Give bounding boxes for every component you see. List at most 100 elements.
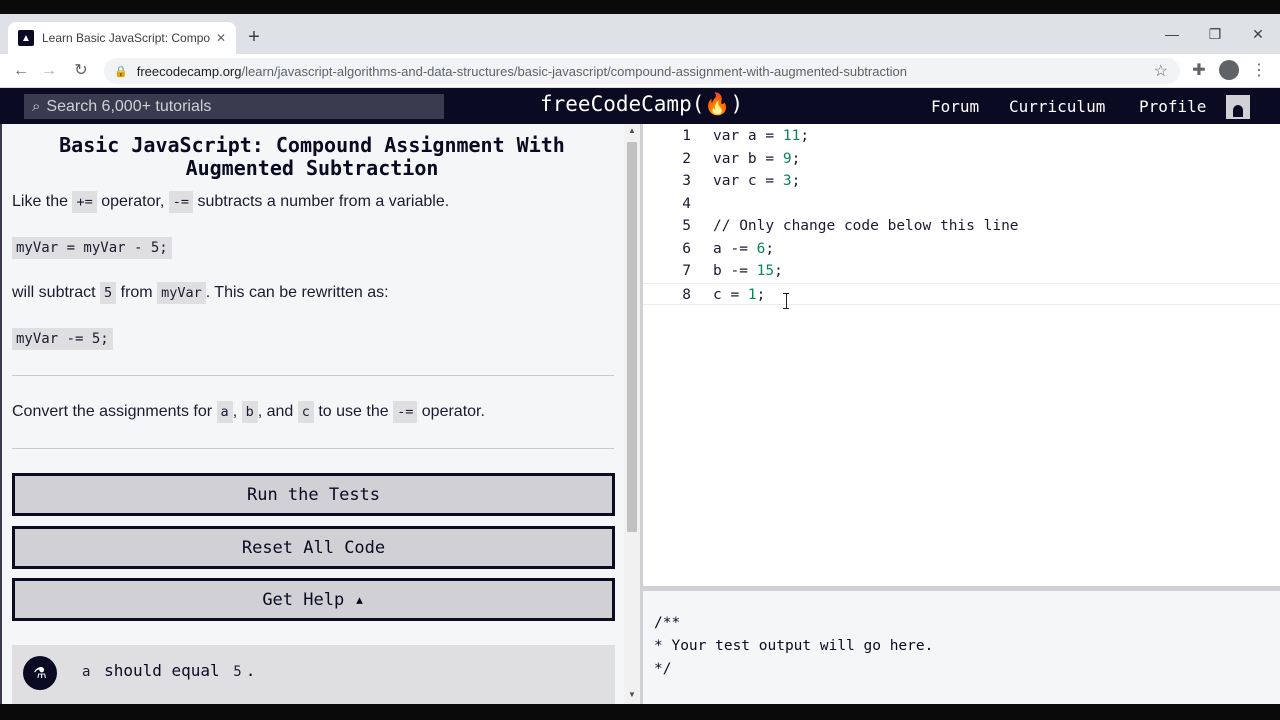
scroll-up-arrow-icon[interactable]: ▲ — [628, 126, 636, 135]
test-result-item: ⚗ a should equal 5. — [12, 645, 615, 704]
nav-link-curriculum[interactable]: Curriculum — [1009, 97, 1105, 116]
minimize-icon[interactable]: — — [1152, 26, 1192, 42]
text: Convert the assignments for — [12, 403, 217, 420]
instructions-pane: Basic JavaScript: Compound Assignment Wi… — [0, 124, 640, 704]
text: to use the — [313, 403, 394, 420]
text: should equal — [94, 661, 230, 680]
code-text: var a = — [713, 128, 783, 144]
code-line[interactable]: 5 // Only change code below this line — [643, 215, 1280, 238]
code-text: var c = — [713, 173, 783, 189]
menu-kebab-icon[interactable]: ⋮ — [1248, 60, 1270, 80]
code-line[interactable]: 7 b -= 15; — [643, 260, 1280, 283]
inline-code: -= — [168, 191, 194, 213]
line-code: b -= 15; — [713, 260, 783, 283]
line-number: 4 — [682, 195, 691, 212]
text: , and — [257, 403, 298, 420]
number-token: 1 — [747, 286, 757, 303]
text: . — [245, 661, 256, 680]
user-avatar-icon[interactable] — [1226, 95, 1250, 119]
browser-profile-icon[interactable] — [1219, 60, 1239, 80]
url-path: /learn/javascript-algorithms-and-data-st… — [241, 63, 907, 79]
inline-code: += — [72, 191, 97, 213]
scrollbar-thumb[interactable] — [627, 142, 637, 532]
number-token: 15 — [756, 263, 775, 279]
code-text: ; — [765, 240, 775, 257]
instructions-scrollbar[interactable]: ▲ ▼ — [624, 124, 640, 704]
line-code: var a = 11; — [713, 125, 809, 148]
line-number: 8 — [682, 286, 691, 303]
code-line[interactable]: 2 var b = 9; — [643, 148, 1280, 171]
scroll-down-arrow-icon[interactable]: ▼ — [628, 690, 636, 699]
code-line[interactable]: 4 — [643, 193, 1280, 216]
reload-icon[interactable]: ↻ — [70, 60, 92, 82]
inline-code: myVar — [157, 282, 206, 304]
output-line: * Your test output will go here. — [654, 638, 934, 654]
new-tab-icon[interactable]: + — [243, 26, 265, 48]
text: Like the — [12, 193, 73, 210]
search-input[interactable]: ⌕ Search 6,000+ tutorials — [24, 94, 444, 119]
inline-code: a — [216, 401, 233, 423]
instruction-paragraph-2: will subtract 5 from myVar. This can be … — [12, 282, 389, 304]
test-output-panel: /** * Your test output will go here. */ — [643, 591, 1280, 704]
code-example-2: myVar -= 5; — [12, 328, 113, 350]
code-line-current[interactable]: 8 c = 1; — [643, 282, 1280, 305]
tab-close-icon[interactable]: ✕ — [216, 31, 226, 45]
code-text: a -= — [713, 240, 757, 257]
flask-icon: ⚗ — [23, 656, 57, 690]
fcc-favicon-icon: ▲ — [18, 30, 34, 46]
lock-icon: 🔒 — [114, 65, 128, 78]
code-line[interactable]: 1 var a = 11; — [643, 125, 1280, 148]
number-token: 9 — [782, 150, 792, 167]
code-line[interactable]: 6 a -= 6; — [643, 238, 1280, 261]
inline-code: a — [78, 661, 95, 683]
inline-code: 5 — [100, 282, 117, 304]
text: operator, — [96, 193, 169, 210]
inline-code: 5 — [229, 661, 246, 683]
code-editor[interactable]: 1 var a = 11; 2 var b = 9; 3 var c = 3; … — [643, 124, 1280, 586]
code-text: ; — [800, 128, 810, 144]
bookmark-star-icon[interactable]: ☆ — [1154, 61, 1168, 81]
tab-title: Learn Basic JavaScript: Compound Assignm… — [42, 31, 210, 45]
back-arrow-icon[interactable]: ← — [10, 60, 32, 82]
code-text: ; — [756, 286, 766, 303]
code-text: c = — [713, 286, 748, 303]
line-number: 7 — [682, 263, 691, 279]
instruction-paragraph-3: Convert the assignments for a, b, and c … — [12, 401, 485, 423]
search-placeholder: Search 6,000+ tutorials — [46, 97, 212, 115]
line-number: 1 — [682, 128, 691, 144]
inline-code: c — [297, 401, 314, 423]
code-line[interactable]: 3 var c = 3; — [643, 170, 1280, 193]
number-token: 3 — [782, 173, 792, 189]
fcc-navbar: ⌕ Search 6,000+ tutorials freeCodeCamp(🔥… — [0, 88, 1280, 124]
line-number: 5 — [682, 218, 691, 234]
line-code: var b = 9; — [713, 148, 800, 171]
text: , — [232, 403, 242, 420]
address-bar[interactable]: 🔒 freecodecamp.org /learn/javascript-alg… — [104, 58, 1180, 84]
url-domain: freecodecamp.org — [136, 63, 242, 79]
challenge-title: Basic JavaScript: Compound Assignment Wi… — [59, 133, 565, 180]
text: subtracts a number from a variable. — [193, 193, 450, 210]
mouse-ibeam-cursor-icon — [783, 293, 789, 309]
restore-icon[interactable]: ❐ — [1195, 26, 1235, 43]
code-text: ; — [791, 173, 801, 189]
code-text: ; — [774, 263, 783, 279]
line-code: var c = 3; — [713, 170, 800, 193]
line-number: 3 — [682, 173, 691, 189]
text: operator. — [417, 403, 485, 420]
nav-link-profile[interactable]: Profile — [1139, 97, 1206, 116]
get-help-button[interactable]: Get Help ▴ — [12, 578, 615, 621]
extensions-icon[interactable]: ✚ — [1188, 60, 1210, 80]
run-tests-button[interactable]: Run the Tests — [12, 473, 615, 516]
forward-arrow-icon[interactable]: → — [38, 60, 60, 82]
test-description: a should equal 5. — [78, 661, 256, 683]
output-line: /** — [654, 615, 681, 631]
output-line: */ — [654, 661, 672, 677]
nav-link-forum[interactable]: Forum — [931, 97, 979, 116]
code-example-1: myVar = myVar - 5; — [12, 237, 172, 259]
reset-code-button[interactable]: Reset All Code — [12, 526, 615, 569]
browser-tab[interactable]: ▲ Learn Basic JavaScript: Compound Assig… — [8, 22, 236, 54]
window-close-icon[interactable]: ✕ — [1238, 26, 1278, 43]
code-text: b -= — [713, 263, 757, 279]
search-icon: ⌕ — [32, 98, 41, 115]
fcc-logo[interactable]: freeCodeCamp(🔥) — [540, 92, 743, 117]
